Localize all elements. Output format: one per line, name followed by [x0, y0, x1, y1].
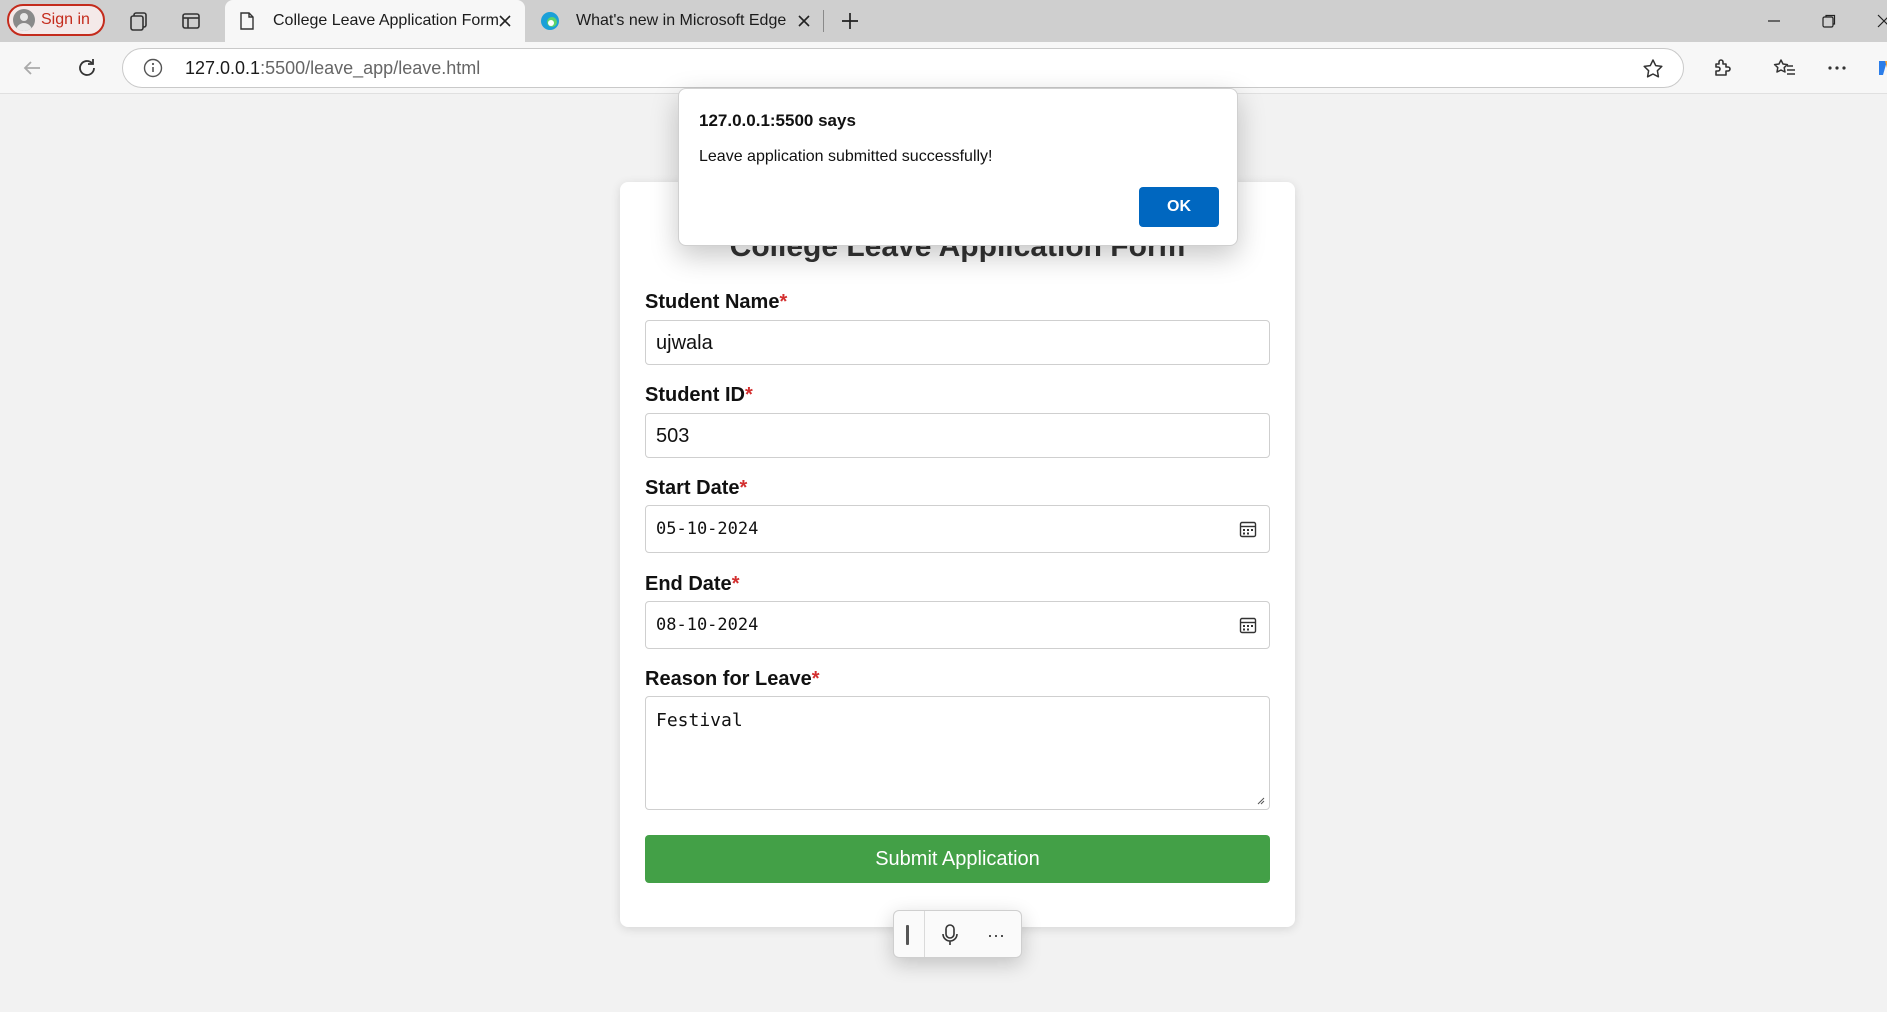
vertical-tabs-icon[interactable] — [178, 8, 204, 34]
start-date-label-text: Start Date — [645, 477, 740, 499]
edge-logo-icon — [540, 11, 560, 31]
drag-handle[interactable] — [906, 925, 909, 945]
tab-whats-new-edge[interactable]: What's new in Microsoft Edge — [528, 0, 824, 42]
back-arrow-icon[interactable] — [18, 54, 46, 82]
reason-label-text: Reason for Leave — [645, 668, 812, 690]
reason-label: Reason for Leave* — [645, 668, 820, 691]
start-date-label: Start Date* — [645, 477, 747, 500]
minimize-icon[interactable] — [1760, 8, 1788, 34]
tab-divider — [823, 10, 824, 32]
tab-college-leave-form[interactable]: College Leave Application Form — [225, 0, 525, 42]
tab-close-icon[interactable] — [495, 11, 515, 31]
refresh-icon[interactable] — [73, 54, 101, 82]
browser-toolbar: 127.0.0.1:5500/leave_app/leave.html — [0, 42, 1887, 94]
calendar-icon[interactable] — [1239, 520, 1257, 538]
extensions-icon[interactable] — [1708, 54, 1736, 82]
reason-textarea[interactable]: Festival — [645, 696, 1270, 810]
profile-avatar-icon — [13, 9, 35, 31]
reason-value: Festival — [656, 710, 743, 731]
restore-icon[interactable] — [1815, 8, 1843, 34]
address-bar[interactable]: 127.0.0.1:5500/leave_app/leave.html — [122, 48, 1684, 88]
end-date-input[interactable]: 08-10-2024 — [645, 601, 1270, 649]
required-asterisk: * — [811, 668, 820, 690]
microphone-icon[interactable] — [939, 923, 961, 947]
workspaces-icon[interactable] — [126, 8, 152, 34]
student-name-label-text: Student Name — [645, 291, 780, 313]
new-tab-plus-icon[interactable] — [836, 8, 864, 34]
start-date-value: 05-10-2024 — [656, 519, 759, 539]
url-host: 127.0.0.1 — [185, 58, 261, 78]
student-name-label: Student Name* — [645, 291, 787, 314]
url-text: 127.0.0.1:5500/leave_app/leave.html — [185, 58, 480, 79]
favorites-list-icon[interactable] — [1770, 54, 1798, 82]
page-icon — [237, 11, 257, 31]
browser-tab-strip: Sign in College Leave Application Form W… — [0, 0, 1887, 42]
start-date-input[interactable]: 05-10-2024 — [645, 505, 1270, 553]
sign-in-label: Sign in — [41, 11, 90, 28]
leave-form-card: College Leave Application Form Student N… — [620, 182, 1295, 927]
tab-close-icon[interactable] — [794, 11, 814, 31]
required-asterisk: * — [739, 477, 748, 499]
more-options-icon[interactable]: ··· — [984, 923, 1008, 947]
sign-in-button[interactable]: Sign in — [7, 4, 105, 36]
end-date-label-text: End Date — [645, 573, 732, 595]
submit-application-button[interactable]: Submit Application — [645, 835, 1270, 883]
dialog-title: 127.0.0.1:5500 says — [699, 111, 856, 130]
dialog-message: Leave application submitted successfully… — [699, 148, 993, 165]
site-info-icon[interactable] — [143, 58, 163, 78]
required-asterisk: * — [731, 573, 740, 595]
floating-voice-toolbar: ··· — [893, 910, 1022, 958]
favorite-star-icon[interactable] — [1641, 57, 1665, 81]
copilot-icon[interactable] — [1872, 54, 1887, 82]
resize-grip-icon[interactable] — [1255, 795, 1265, 805]
window-close-icon[interactable] — [1870, 8, 1887, 34]
required-asterisk: * — [779, 291, 788, 313]
required-asterisk: * — [745, 384, 753, 406]
tab-title: What's new in Microsoft Edge — [576, 12, 787, 29]
student-id-input[interactable]: 503 — [645, 413, 1270, 458]
tab-title: College Leave Application Form — [273, 12, 499, 29]
end-date-value: 08-10-2024 — [656, 615, 759, 635]
student-id-label-text: Student ID — [645, 384, 745, 406]
end-date-label: End Date* — [645, 573, 739, 596]
student-name-input[interactable]: ujwala — [645, 320, 1270, 365]
url-path: :5500/leave_app/leave.html — [260, 58, 481, 78]
toolbar-divider — [924, 911, 925, 957]
calendar-icon[interactable] — [1239, 616, 1257, 634]
alert-dialog: 127.0.0.1:5500 says Leave application su… — [678, 88, 1238, 246]
more-options-icon[interactable] — [1823, 54, 1851, 82]
dialog-ok-button[interactable]: OK — [1139, 187, 1219, 227]
student-id-label: Student ID* — [645, 384, 753, 407]
